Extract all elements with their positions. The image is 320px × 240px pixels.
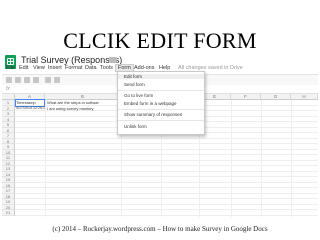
menu-edit[interactable]: Edit [19, 65, 28, 71]
form-menu-dropdown: Edit form Send form Go to live form Embe… [117, 71, 205, 135]
percent-icon[interactable] [54, 77, 60, 83]
menu-view[interactable]: View [33, 65, 45, 71]
slide-footer: (c) 2014 – Rockerjay.wordpress.com – How… [52, 225, 268, 233]
undo-icon[interactable] [15, 77, 21, 83]
paint-format-icon[interactable] [33, 77, 39, 83]
currency-icon[interactable] [45, 77, 51, 83]
embed-form-menu-item[interactable]: Embed form in a webpage [124, 101, 177, 106]
send-form-menu-item[interactable]: Send form [124, 82, 145, 87]
redo-icon[interactable] [24, 77, 30, 83]
menu-format[interactable]: Format [65, 65, 82, 71]
slide-title: CLCIK EDIT FORM [63, 28, 257, 53]
print-icon[interactable] [6, 77, 12, 83]
menu-divider [118, 90, 204, 91]
menu-insert[interactable]: Insert [48, 65, 62, 71]
cell-a2[interactable]: 4/17/2014 12:25:16 [16, 106, 45, 112]
menu-divider [118, 120, 204, 121]
show-summary-menu-item[interactable]: Show summary of responses [124, 112, 182, 117]
cell-b2[interactable]: I am using survey monkey [47, 106, 120, 112]
menu-divider [118, 109, 204, 110]
doc-title[interactable]: Trial Survey (Responses) [21, 55, 122, 65]
go-to-live-form-menu-item[interactable]: Go to live form [124, 93, 153, 98]
unlink-form-menu-item[interactable]: Unlink form [124, 124, 147, 129]
menu-file[interactable]: File [6, 65, 15, 71]
menu-data[interactable]: Data [85, 65, 97, 71]
menu-tools[interactable]: Tools [100, 65, 113, 71]
edit-form-menu-item[interactable]: Edit form [118, 74, 204, 79]
sheets-screenshot: Trial Survey (Responses) ☆ File Edit Vie… [2, 52, 318, 217]
row-header[interactable]: 21 [2, 210, 15, 216]
fx-label: fx [6, 86, 10, 92]
star-icon[interactable]: ☆ [98, 55, 105, 64]
folder-icon[interactable] [109, 57, 117, 63]
